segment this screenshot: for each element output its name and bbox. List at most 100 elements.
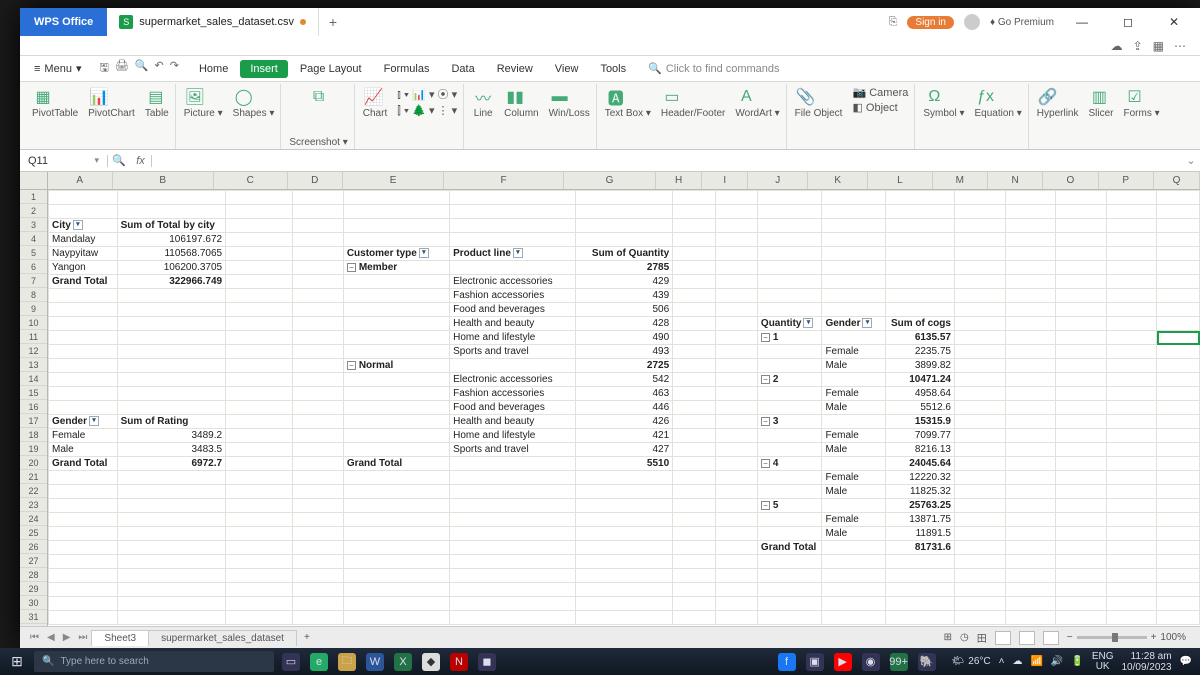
row-headers[interactable]: 1234567891011121314151617181920212223242…: [20, 190, 48, 626]
app-icon[interactable]: ◼: [478, 653, 496, 671]
equation-icon[interactable]: ƒx: [975, 86, 997, 108]
new-tab-button[interactable]: +: [319, 8, 347, 36]
sheet-tab-active[interactable]: Sheet3: [91, 630, 149, 646]
explorer-icon[interactable]: 🗀: [338, 653, 356, 671]
hyperlink-icon[interactable]: 🔗: [1037, 86, 1059, 108]
start-button[interactable]: ⊞: [0, 653, 34, 670]
fileobject-button[interactable]: File Object: [795, 108, 843, 119]
view-normal-button[interactable]: [995, 631, 1011, 645]
cloud-tray-icon[interactable]: ☁: [1012, 656, 1022, 667]
fx-icon[interactable]: fx: [130, 155, 152, 167]
tab-tools[interactable]: Tools: [590, 60, 636, 78]
notification-icon[interactable]: ⎘: [889, 16, 898, 29]
app-icon[interactable]: ◆: [422, 653, 440, 671]
shapes-icon[interactable]: ◯: [233, 86, 255, 108]
badge-icon[interactable]: 99+: [890, 653, 908, 671]
netflix-icon[interactable]: N: [450, 653, 468, 671]
shapes-button[interactable]: Shapes ▾: [233, 108, 275, 119]
sparkline-winloss-icon[interactable]: ▬: [549, 86, 571, 108]
sparkline-column-icon[interactable]: ▮▮: [504, 86, 526, 108]
headerfooter-icon[interactable]: ▭: [661, 86, 683, 108]
print-icon[interactable]: 🖨: [115, 59, 129, 78]
hyperlink-button[interactable]: Hyperlink: [1037, 108, 1079, 119]
excel-icon[interactable]: X: [394, 653, 412, 671]
wordart-icon[interactable]: A: [735, 86, 757, 108]
add-sheet-button[interactable]: +: [296, 632, 318, 643]
headerfooter-button[interactable]: Header/Footer: [661, 108, 725, 119]
table-button[interactable]: Table: [145, 108, 169, 119]
zoom-slider[interactable]: −+ 100%: [1067, 632, 1186, 643]
app-icon[interactable]: ◉: [862, 653, 880, 671]
screenshot-button[interactable]: Screenshot ▾: [289, 137, 347, 148]
avatar-icon[interactable]: [964, 14, 980, 30]
grid-icon[interactable]: ▦: [1153, 39, 1164, 53]
view-break-button[interactable]: [1043, 631, 1059, 645]
column-headers[interactable]: ABCDEFGHIJKLMNOPQ: [48, 172, 1200, 190]
pivottable-button[interactable]: PivotTable: [32, 108, 78, 119]
close-button[interactable]: ✕: [1156, 15, 1192, 29]
battery-icon[interactable]: 🔋: [1071, 656, 1083, 667]
camera-button[interactable]: 📷 Camera: [852, 86, 908, 99]
tab-home[interactable]: Home: [189, 60, 238, 78]
fileobject-icon[interactable]: 📎: [795, 86, 817, 108]
minimize-button[interactable]: —: [1064, 15, 1100, 29]
edge-icon[interactable]: e: [310, 653, 328, 671]
status-icon[interactable]: 田: [977, 630, 987, 645]
more-icon[interactable]: ⋯: [1174, 39, 1186, 53]
tray-chevron-icon[interactable]: ˄: [999, 656, 1005, 667]
tab-insert[interactable]: Insert: [240, 60, 288, 78]
symbol-icon[interactable]: Ω: [923, 86, 945, 108]
textbox-button[interactable]: Text Box ▾: [605, 108, 651, 119]
picture-button[interactable]: Picture ▾: [184, 108, 223, 119]
view-page-button[interactable]: [1019, 631, 1035, 645]
sparkline-line-button[interactable]: Line: [472, 108, 494, 119]
postgres-icon[interactable]: 🐘: [918, 653, 936, 671]
command-search[interactable]: 🔍 Click to find commands: [648, 62, 779, 75]
sparkline-column-button[interactable]: Column: [504, 108, 538, 119]
menu-button[interactable]: ≡ Menu ▾: [26, 60, 89, 77]
tab-view[interactable]: View: [545, 60, 589, 78]
task-view-icon[interactable]: ▭: [282, 653, 300, 671]
textbox-icon[interactable]: 🅰: [605, 86, 627, 108]
sparkline-winloss-button[interactable]: Win/Loss: [549, 108, 590, 119]
sparkline-line-icon[interactable]: 〰: [472, 86, 494, 108]
cloud-icon[interactable]: ☁: [1111, 39, 1123, 53]
premium-button[interactable]: ♦ Go Premium: [990, 17, 1054, 28]
object-button[interactable]: ◧ Object: [852, 101, 908, 114]
wordart-button[interactable]: WordArt ▾: [735, 108, 779, 119]
sheet-nav-next[interactable]: ▶: [59, 632, 75, 643]
cells-area[interactable]: City▾Sum of Total by cityMandalay106197.…: [48, 190, 1200, 626]
facebook-icon[interactable]: f: [778, 653, 796, 671]
collapse-ribbon-icon[interactable]: ⌄: [1182, 154, 1200, 167]
chart-types-icons[interactable]: ⫾ ▾ 📊 ▾ ⦿ ▾⫿ ▾ 🌲 ▾ ⋮ ▾: [397, 86, 457, 119]
lens-icon[interactable]: 🔍: [108, 154, 130, 167]
save-icon[interactable]: 🖫: [99, 59, 108, 78]
tab-formulas[interactable]: Formulas: [374, 60, 440, 78]
sheet-tab[interactable]: supermarket_sales_dataset: [148, 630, 297, 646]
status-icon[interactable]: ◷: [960, 632, 969, 643]
picture-icon[interactable]: 🖼: [184, 86, 206, 108]
chart-button[interactable]: Chart: [363, 108, 387, 119]
chart-icon[interactable]: 📈: [363, 86, 385, 108]
table-icon[interactable]: ▤: [145, 86, 167, 108]
sheet-nav-last[interactable]: ⏭: [74, 632, 91, 643]
equation-button[interactable]: Equation ▾: [975, 108, 1022, 119]
language-indicator[interactable]: ENGUK: [1092, 652, 1114, 672]
sheet-nav-prev[interactable]: ◀: [43, 632, 59, 643]
volume-icon[interactable]: 🔊: [1051, 656, 1063, 667]
app-icon[interactable]: ▣: [806, 653, 824, 671]
forms-icon[interactable]: ☑: [1124, 86, 1146, 108]
screenshot-icon[interactable]: ⧉: [308, 86, 330, 108]
forms-button[interactable]: Forms ▾: [1124, 108, 1160, 119]
clock[interactable]: 11:28 am10/09/2023: [1121, 651, 1171, 673]
pivotchart-button[interactable]: PivotChart: [88, 108, 135, 119]
file-tab[interactable]: S supermarket_sales_dataset.csv: [107, 8, 319, 36]
status-icon[interactable]: ⊞: [944, 632, 952, 643]
maximize-button[interactable]: ◻: [1110, 15, 1146, 29]
slicer-button[interactable]: Slicer: [1088, 108, 1113, 119]
word-icon[interactable]: W: [366, 653, 384, 671]
symbol-button[interactable]: Symbol ▾: [923, 108, 964, 119]
tab-data[interactable]: Data: [441, 60, 484, 78]
play-icon[interactable]: ▶: [834, 653, 852, 671]
notifications-icon[interactable]: 💬: [1180, 656, 1192, 667]
